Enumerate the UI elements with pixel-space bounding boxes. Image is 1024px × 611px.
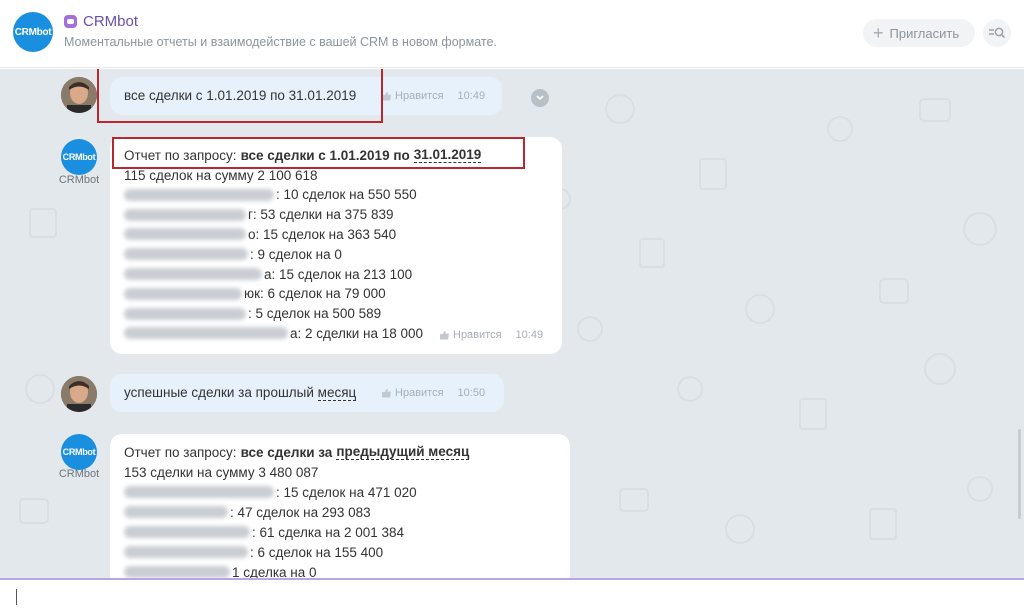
report-row-text: юк: 6 сделок на 79 000	[244, 286, 386, 302]
blurred-name	[124, 526, 250, 538]
search-button[interactable]	[983, 19, 1011, 47]
blurred-name	[124, 268, 262, 280]
report-row-text: : 15 сделок на 471 020	[276, 484, 417, 500]
report-row-text: г: 53 сделки на 375 839	[248, 207, 394, 223]
report-row-text: : 47 сделок на 293 083	[230, 504, 371, 520]
report-row-text: : 6 сделок на 155 400	[250, 544, 384, 560]
blurred-name	[124, 248, 248, 261]
report-row-text: о: 15 сделок на 363 540	[248, 226, 397, 242]
chat-logo[interactable]: CRMbot	[13, 12, 53, 52]
chat-header: CRMbot CRMbot Моментальные отчеты и взаи…	[0, 0, 1024, 68]
message-meta: Нравится 10:50	[382, 387, 485, 399]
message-menu-button[interactable]	[531, 89, 549, 107]
chat-title-wrap[interactable]: CRMbot	[64, 13, 138, 30]
report-row-text: : 61 сделка на 2 001 384	[252, 524, 405, 540]
report-row-text: : 5 сделок на 500 589	[248, 306, 382, 322]
message-input[interactable]	[0, 578, 1024, 611]
message-text: успешные сделки за прошлый месяц	[124, 385, 357, 401]
chat-scrollbar[interactable]	[1018, 429, 1021, 519]
chat-title[interactable]: CRMbot	[83, 13, 138, 30]
blurred-name	[124, 228, 246, 241]
bot-avatar[interactable]: CRMbot	[61, 139, 97, 175]
blurred-name	[124, 506, 228, 518]
blurred-name	[124, 486, 274, 498]
user-avatar[interactable]	[61, 376, 97, 412]
bot-icon	[64, 15, 77, 28]
blurred-name	[124, 546, 248, 558]
sender-name: CRMbot	[58, 174, 100, 186]
report-row: : 5 сделок на 500 589	[124, 304, 381, 324]
search-icon	[989, 27, 1006, 39]
chat-messages-area[interactable]: все сделки с 1.01.2019 по 31.01.2019 Нра…	[0, 69, 1024, 578]
report-row-text: а: 2 сделки на 18 000	[290, 325, 424, 341]
highlight-frame	[97, 69, 383, 123]
invite-label: Пригласить	[889, 25, 960, 41]
query-period-link[interactable]: предыдущий месяц	[336, 444, 470, 460]
message-time: 10:49	[457, 90, 486, 102]
text-caret	[16, 589, 17, 605]
message-text-part: успешные сделки за прошлый	[124, 385, 318, 400]
report-row: : 6 сделок на 155 400	[124, 542, 383, 562]
sender-name: CRMbot	[58, 468, 100, 480]
highlight-frame	[112, 137, 525, 169]
message-bubble[interactable]: успешные сделки за прошлый месяц Нравитс…	[110, 374, 504, 412]
blurred-name	[124, 208, 246, 221]
message-meta: Нравится 10:49	[382, 90, 485, 102]
query-prefix: Отчет по запросу:	[124, 444, 237, 460]
message-link-word[interactable]: месяц	[317, 385, 357, 401]
chevron-down-icon	[536, 95, 544, 101]
report-bubble[interactable]: Отчет по запросу: все сделки с 1.01.2019…	[110, 137, 562, 354]
message-meta: Нравится 10:49	[440, 329, 543, 341]
report-row-text: : 9 сделок на 0	[250, 246, 342, 262]
user-avatar[interactable]	[61, 77, 97, 113]
report-row-text: : 10 сделок на 550 550	[276, 187, 417, 203]
report-row: а: 2 сделки на 18 000	[124, 323, 423, 343]
chat-subtitle: Моментальные отчеты и взаимодействие с в…	[64, 35, 497, 49]
report-row-text: а: 15 сделок на 213 100	[264, 266, 413, 282]
report-row: : 10 сделок на 550 550	[124, 185, 417, 205]
blurred-name	[124, 287, 242, 300]
like-icon[interactable]	[382, 388, 391, 398]
query-text: все сделки за	[240, 444, 333, 460]
like-icon[interactable]	[440, 330, 449, 340]
message-time: 10:49	[515, 329, 544, 341]
like-button[interactable]: Нравится	[395, 90, 444, 102]
like-button[interactable]: Нравится	[453, 329, 502, 341]
report-row: г: 53 сделки на 375 839	[124, 205, 393, 225]
invite-button[interactable]: + Пригласить	[863, 19, 975, 47]
report-row-text: 1 сделка на 0	[232, 564, 317, 579]
blurred-name	[124, 327, 288, 340]
report-row: : 61 сделка на 2 001 384	[124, 522, 404, 542]
blurred-name	[124, 188, 274, 201]
message-time: 10:50	[457, 387, 486, 399]
report-bubble[interactable]: Отчет по запросу: все сделки за предыдущ…	[110, 434, 570, 578]
blurred-name	[124, 566, 230, 578]
report-row: : 9 сделок на 0	[124, 244, 342, 264]
report-row: : 15 сделок на 471 020	[124, 482, 417, 502]
like-button[interactable]: Нравится	[395, 387, 444, 399]
blurred-name	[124, 307, 246, 320]
report-row: : 47 сделок на 293 083	[124, 502, 371, 522]
report-row: юк: 6 сделок на 79 000	[124, 284, 386, 304]
report-row: а: 15 сделок на 213 100	[124, 264, 412, 284]
like-icon[interactable]	[382, 91, 391, 101]
bot-avatar[interactable]: CRMbot	[61, 434, 97, 470]
report-row: 1 сделка на 0	[124, 562, 317, 578]
report-summary: 153 сделки на сумму 3 480 087	[124, 464, 319, 480]
report-query-line: Отчет по запросу: все сделки за предыдущ…	[124, 442, 470, 462]
plus-icon: +	[873, 23, 884, 43]
report-row: о: 15 сделок на 363 540	[124, 224, 396, 244]
